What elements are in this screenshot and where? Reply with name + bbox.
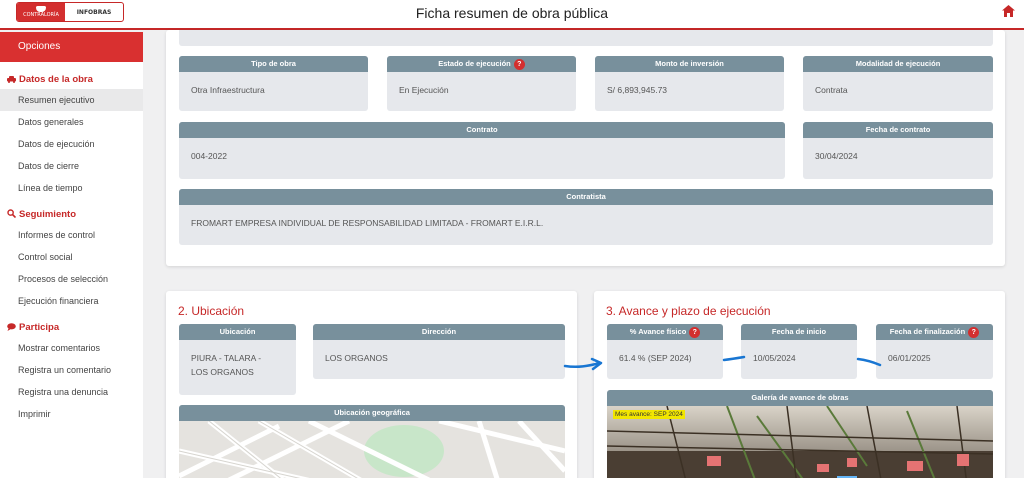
help-icon[interactable]: ? [513, 58, 525, 70]
sidebar-item-registra-comentario[interactable]: Registra un comentario [0, 359, 143, 381]
sidebar-item-registra-denuncia[interactable]: Registra una denuncia [0, 381, 143, 403]
location-map[interactable] [179, 421, 565, 478]
sidebar-item-datos-cierre[interactable]: Datos de cierre [0, 155, 143, 177]
avance-title: 3. Avance y plazo de ejecución [606, 304, 771, 318]
contratista-field: Contratista FROMART EMPRESA INDIVIDUAL D… [179, 189, 993, 245]
sidebar-item-ejecucion-financiera[interactable]: Ejecución financiera [0, 290, 143, 312]
section-datos-obra: Datos de la obra [0, 74, 143, 85]
ubicacion-title: 2. Ubicación [178, 304, 245, 318]
search-icon [6, 209, 16, 220]
sidebar-item-linea-tiempo[interactable]: Línea de tiempo [0, 177, 143, 199]
sidebar-item-datos-ejecucion[interactable]: Datos de ejecución [0, 133, 143, 155]
ubicacion-geografica-field: Ubicación geográfica [179, 405, 565, 478]
avance-card: 3. Avance y plazo de ejecución % Avance … [594, 291, 1005, 478]
modalidad-field: Modalidad de ejecución Contrata [803, 56, 993, 111]
tipo-obra-field: Tipo de obra Otra Infraestructura [179, 56, 368, 111]
contrato-field: Contrato 004-2022 [179, 122, 785, 179]
car-icon [6, 75, 16, 85]
sidebar-item-resumen-ejecutivo[interactable]: Resumen ejecutivo [0, 89, 143, 111]
sidebar: Opciones Datos de la obra Resumen ejecut… [0, 32, 143, 478]
sidebar-item-mostrar-comentarios[interactable]: Mostrar comentarios [0, 337, 143, 359]
sidebar-item-informes-control[interactable]: Informes de control [0, 224, 143, 246]
sidebar-item-imprimir[interactable]: Imprimir [0, 403, 143, 425]
galeria-field: Galería de avance de obras Mes avance: S… [607, 390, 993, 478]
estado-field: Estado de ejecución ? En Ejecución [387, 56, 576, 111]
sidebar-item-procesos-seleccion[interactable]: Procesos de selección [0, 268, 143, 290]
summary-card: Tipo de obra Otra Infraestructura Estado… [166, 30, 1005, 266]
help-icon[interactable]: ? [689, 326, 701, 338]
chat-icon [6, 322, 16, 333]
help-icon[interactable]: ? [968, 326, 980, 338]
home-icon[interactable] [1000, 4, 1016, 20]
fecha-contrato-field: Fecha de contrato 30/04/2024 [803, 122, 993, 179]
top-header: CONTRALORÍA INFOBRAS Ficha resumen de ob… [0, 0, 1024, 30]
direccion-field: Dirección LOS ORGANOS [313, 324, 565, 379]
sidebar-item-datos-generales[interactable]: Datos generales [0, 111, 143, 133]
annotation-arrows [563, 355, 882, 371]
sidebar-item-control-social[interactable]: Control social [0, 246, 143, 268]
section-seguimiento: Seguimiento [0, 209, 143, 220]
previous-field-remnant [179, 30, 993, 46]
monto-field: Monto de inversión S/ 6,893,945.73 [595, 56, 784, 111]
sidebar-heading: Opciones [0, 32, 143, 62]
mes-avance-badge: Mes avance: SEP 2024 [613, 410, 685, 419]
progress-photo[interactable]: Mes avance: SEP 2024 [607, 406, 993, 478]
ubicacion-card: 2. Ubicación Ubicación PIURA - TALARA - … [166, 291, 577, 478]
ubicacion-field: Ubicación PIURA - TALARA - LOS ORGANOS [179, 324, 296, 395]
page-title: Ficha resumen de obra pública [415, 5, 609, 21]
section-participa: Participa [0, 322, 143, 333]
